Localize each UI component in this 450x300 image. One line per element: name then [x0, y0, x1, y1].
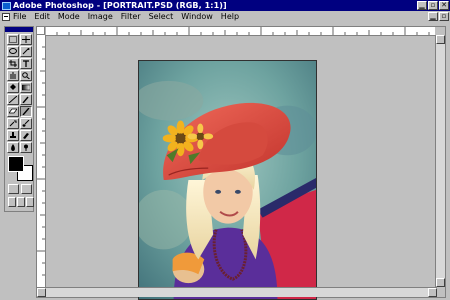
standard-mode-icon[interactable] [8, 184, 19, 194]
maximize-button[interactable]: ▫ [428, 1, 438, 10]
doc-minimize-button[interactable]: ▁ [428, 12, 438, 21]
toolbox-caption[interactable] [5, 27, 33, 32]
magic-wand-tool-icon[interactable] [20, 46, 32, 57]
menu-select[interactable]: Select [149, 12, 174, 21]
vertical-ruler [37, 35, 46, 287]
menu-bar: File Edit Mode Image Filter Select Windo… [0, 11, 450, 22]
paintbrush-tool-icon[interactable] [20, 118, 32, 129]
zoom-tool-icon[interactable] [20, 70, 32, 81]
crop-tool-icon[interactable] [7, 58, 19, 69]
photoshop-app-icon[interactable] [2, 1, 11, 10]
quick-mask-mode-icon[interactable] [21, 184, 32, 194]
line-tool-icon[interactable] [7, 94, 19, 105]
full-screen-icon[interactable] [26, 197, 34, 207]
blur-tool-icon[interactable] [7, 142, 19, 153]
eraser-tool-icon[interactable] [7, 106, 19, 117]
foreground-color-swatch[interactable] [8, 156, 24, 172]
canvas-area[interactable] [46, 36, 436, 300]
type-tool-icon[interactable] [20, 58, 32, 69]
airbrush-tool-icon[interactable] [7, 118, 19, 129]
ruler-origin[interactable] [37, 27, 45, 35]
hand-tool-icon[interactable] [7, 70, 19, 81]
minimize-button[interactable]: ▁ [417, 1, 427, 10]
window-title: Adobe Photoshop - [PORTRAIT.PSD (RGB, 1:… [13, 1, 227, 10]
paint-bucket-tool-icon[interactable] [7, 82, 19, 93]
pencil-tool-icon[interactable] [20, 106, 32, 117]
smudge-tool-icon[interactable] [20, 130, 32, 141]
menu-filter[interactable]: Filter [121, 12, 141, 21]
dodge-tool-icon[interactable] [20, 142, 32, 153]
marquee-tool-icon[interactable] [7, 34, 19, 45]
standard-screen-icon[interactable] [8, 197, 16, 207]
full-screen-menu-icon[interactable] [17, 197, 25, 207]
menu-help[interactable]: Help [221, 12, 239, 21]
doc-restore-button[interactable]: ▫ [439, 12, 449, 21]
document-system-icon[interactable] [2, 12, 10, 21]
scroll-right-button[interactable] [428, 288, 437, 297]
menu-edit[interactable]: Edit [34, 12, 50, 21]
scroll-down-button[interactable] [436, 278, 445, 287]
move-tool-icon[interactable] [20, 34, 32, 45]
menu-file[interactable]: File [13, 12, 26, 21]
menu-window[interactable]: Window [181, 12, 213, 21]
horizontal-ruler [45, 27, 435, 36]
gradient-tool-icon[interactable] [20, 82, 32, 93]
horizontal-scrollbar[interactable] [37, 287, 437, 297]
eyedropper-tool-icon[interactable] [20, 94, 32, 105]
vertical-scrollbar[interactable] [435, 35, 445, 287]
lasso-tool-icon[interactable] [7, 46, 19, 57]
rubber-stamp-tool-icon[interactable] [7, 130, 19, 141]
document-window [36, 26, 446, 300]
menu-mode[interactable]: Mode [58, 12, 80, 21]
workspace [0, 22, 450, 300]
color-swatches [8, 156, 33, 181]
scroll-left-button[interactable] [37, 288, 46, 297]
title-bar: Adobe Photoshop - [PORTRAIT.PSD (RGB, 1:… [0, 0, 450, 11]
scroll-up-button[interactable] [436, 35, 445, 44]
menu-image[interactable]: Image [88, 12, 113, 21]
close-button[interactable]: ✕ [439, 1, 449, 10]
toolbox [4, 26, 34, 212]
portrait-image[interactable] [138, 60, 317, 300]
